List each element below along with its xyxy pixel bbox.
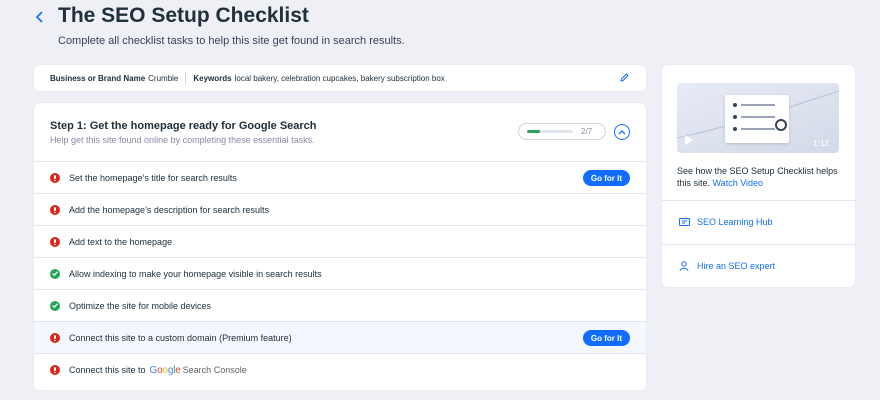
page-subtitle: Complete all checklist tasks to help thi… [58,35,405,47]
task-label: Connect this site to a custom domain (Pr… [69,332,292,343]
go-for-it-button[interactable]: Go for It [582,330,630,346]
learning-hub-icon [678,216,690,228]
play-icon[interactable] [685,135,693,145]
google-logo: Google [149,364,181,376]
expert-icon [678,260,690,272]
business-info-bar: Business or Brand Name Crumble Keywords … [34,65,646,91]
task-label: Set the homepage’s title for search resu… [69,172,237,183]
error-icon [50,204,60,215]
task-row[interactable]: Add the homepage’s description for searc… [34,194,646,226]
checkmark-icon [50,300,60,311]
error-icon [50,365,60,375]
task-row[interactable]: Set the homepage’s title for search resu… [34,162,646,194]
progress-text: 2/7 [581,127,593,136]
task-row[interactable]: Connect this site to a custom domain (Pr… [34,322,646,354]
task-label: Connect this site to [69,365,146,375]
step-header: Step 1: Get the homepage ready for Googl… [34,103,646,162]
collapse-chevron-up-icon[interactable] [614,124,630,140]
video-caption: See how the SEO Setup Checklist helps th… [677,165,842,189]
task-label: Allow indexing to make your homepage vis… [69,268,322,279]
error-icon [50,172,60,183]
video-thumbnail[interactable]: 1:12 [677,83,839,153]
divider [662,244,855,245]
video-duration: 1:12 [813,139,829,148]
task-row[interactable]: Connect this site to Google Search Conso… [34,354,646,386]
progress-bar-fill [527,130,541,133]
task-label: Optimize the site for mobile devices [69,300,212,311]
checklist-card: Step 1: Get the homepage ready for Googl… [34,103,646,390]
divider [662,200,855,201]
task-row[interactable]: Add text to the homepage [34,226,646,258]
hire-seo-expert-link[interactable]: Hire an SEO expert [678,260,775,272]
task-row[interactable]: Allow indexing to make your homepage vis… [34,258,646,290]
keywords-label: Keywords [193,73,232,83]
hire-seo-expert-label: Hire an SEO expert [697,261,776,271]
keywords-value: local bakery, celebration cupcakes, bake… [234,73,445,83]
watch-video-link[interactable]: Watch Video [713,178,764,188]
magnifier-icon [775,119,787,131]
back-arrow-icon[interactable] [33,10,47,24]
seo-learning-hub-link[interactable]: SEO Learning Hub [678,216,773,228]
brand-value: Crumble [148,73,179,83]
sidebar-card: 1:12 See how the SEO Setup Checklist hel… [662,65,855,287]
error-icon [50,236,60,247]
task-label: Add the homepage’s description for searc… [69,204,269,215]
progress-indicator: 2/7 [518,123,606,140]
error-icon [50,332,60,343]
brand-label: Business or Brand Name [50,73,146,83]
checkmark-icon [50,268,60,279]
search-console-label: Search Console [182,365,247,375]
go-for-it-button[interactable]: Go for It [582,170,630,186]
pencil-icon[interactable] [619,72,630,85]
task-label: Add text to the homepage [69,236,173,247]
seo-learning-hub-label: SEO Learning Hub [697,217,773,227]
progress-bar [527,130,573,133]
divider [185,72,187,84]
task-row[interactable]: Optimize the site for mobile devices [34,290,646,322]
page-title: The SEO Setup Checklist [58,4,309,27]
